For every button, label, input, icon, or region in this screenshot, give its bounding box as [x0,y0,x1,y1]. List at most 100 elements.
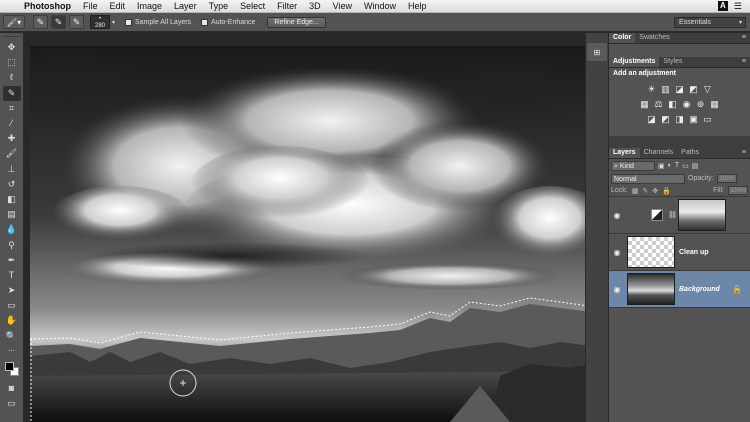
brightness-contrast-icon[interactable]: ☀ [647,84,657,94]
brush-tool-icon[interactable]: 🖌 [3,146,21,161]
curves-icon[interactable]: ◪ [675,84,685,94]
dodge-tool-icon[interactable]: ⚲ [3,237,21,252]
lock-transparent-icon[interactable]: ▦ [632,187,639,195]
menu-filter[interactable]: Filter [271,1,303,11]
lock-position-icon[interactable]: ✥ [652,187,658,195]
adobe-icon[interactable]: A [717,1,728,11]
lasso-tool-icon[interactable]: ℓ [3,70,21,85]
hand-tool-icon[interactable]: ✋ [3,313,21,328]
channel-mixer-icon[interactable]: ⊛ [696,99,706,109]
quick-mask-icon[interactable]: ◙ [3,381,21,396]
path-selection-tool-icon[interactable]: ➤ [3,283,21,298]
subtract-selection-brush-button[interactable]: ✎ [69,15,84,29]
color-balance-icon[interactable]: ⚖ [654,99,664,109]
tab-styles[interactable]: Styles [659,57,686,67]
eye-icon[interactable]: ◉ [609,285,625,294]
layer-thumbnail[interactable] [627,236,675,268]
chevron-down-icon[interactable]: ▾ [112,19,115,26]
threshold-icon[interactable]: ◨ [675,114,685,124]
quick-selection-tool-icon[interactable]: ✎ [2,85,21,101]
menu-view[interactable]: View [327,1,358,11]
landscape-photo[interactable] [30,46,585,422]
gradient-tool-icon[interactable]: ▤ [3,207,21,222]
tab-layers[interactable]: Layers [609,148,640,158]
menu-window[interactable]: Window [358,1,402,11]
checkbox-box[interactable] [125,18,133,26]
zoom-tool-icon[interactable]: 🔍 [3,329,21,344]
edit-toolbar-icon[interactable]: ⋯ [3,344,21,359]
clone-stamp-tool-icon[interactable]: ⊥ [3,162,21,177]
color-lookup-icon[interactable]: ▦ [710,99,720,109]
layer-row-clean-up[interactable]: ◉ Clean up [609,234,750,271]
pixel-filter-icon[interactable]: ▣ [658,162,665,170]
menu-image[interactable]: Image [131,1,168,11]
invert-icon[interactable]: ◪ [647,114,657,124]
type-tool-icon[interactable]: T [3,268,21,283]
healing-brush-tool-icon[interactable]: ✚ [3,131,21,146]
menu-3d[interactable]: 3D [303,1,327,11]
brush-size-picker[interactable]: • 280 [90,15,110,29]
fill-input[interactable]: 100% [728,186,748,195]
tool-preset-picker[interactable]: 🖌▾ [3,15,25,29]
foreground-color-swatch[interactable] [4,361,14,371]
levels-icon[interactable]: ▥ [661,84,671,94]
photo-filter-icon[interactable]: ◉ [682,99,692,109]
screen-mode-icon[interactable]: ▭ [3,396,21,411]
eye-icon[interactable]: ◉ [609,248,625,257]
layer-row-adjustment[interactable]: ◉ ⛓ [609,197,750,234]
type-filter-icon[interactable]: T [675,162,679,169]
panel-grip[interactable] [1,33,22,37]
add-selection-brush-button[interactable]: ✎ [51,15,66,29]
marquee-tool-icon[interactable]: ⬚ [3,55,21,70]
menu-list-icon[interactable]: ☰ [734,1,742,12]
workspace-switcher[interactable]: Essentials ▾ [674,16,746,28]
menu-app-name[interactable]: Photoshop [22,1,77,11]
menu-help[interactable]: Help [402,1,433,11]
refine-edge-button[interactable]: Refine Edge... [267,16,326,28]
document-canvas-area[interactable] [25,33,585,422]
panel-menu-icon[interactable]: ≡ [742,148,750,158]
new-selection-brush-button[interactable]: ✎ [33,15,48,29]
menu-edit[interactable]: Edit [104,1,132,11]
move-tool-icon[interactable]: ✥ [3,40,21,55]
shape-tool-icon[interactable]: ▭ [3,298,21,313]
layer-row-background[interactable]: ◉ Background 🔒 [609,271,750,308]
hue-saturation-icon[interactable]: ▦ [640,99,650,109]
panel-menu-icon[interactable]: ≡ [742,57,750,67]
crop-tool-icon[interactable]: ⌗ [3,101,21,116]
pen-tool-icon[interactable]: ✒ [3,253,21,268]
menu-type[interactable]: Type [203,1,235,11]
tab-adjustments[interactable]: Adjustments [609,57,660,67]
lock-pixels-icon[interactable]: ✎ [642,187,648,195]
tab-swatches[interactable]: Swatches [635,33,673,43]
smart-object-filter-icon[interactable]: ▤ [692,162,699,170]
blur-tool-icon[interactable]: 💧 [3,222,21,237]
history-panel-icon[interactable]: ⊞ [587,43,607,61]
tab-color[interactable]: Color [609,33,636,43]
black-white-icon[interactable]: ◧ [668,99,678,109]
sample-all-layers-checkbox[interactable]: Sample All Layers [125,18,191,26]
tab-channels[interactable]: Channels [640,148,678,158]
eye-icon[interactable]: ◉ [609,211,625,220]
layer-mask-thumbnail[interactable] [678,199,726,231]
history-brush-tool-icon[interactable]: ↺ [3,177,21,192]
posterize-icon[interactable]: ◩ [661,114,671,124]
menu-layer[interactable]: Layer [168,1,203,11]
gradient-map-icon[interactable]: ▭ [703,114,713,124]
eraser-tool-icon[interactable]: ◧ [3,192,21,207]
vibrance-icon[interactable]: ▽ [703,84,713,94]
chain-link-icon[interactable]: ⛓ [668,211,677,219]
selective-color-icon[interactable]: ▣ [689,114,699,124]
layer-kind-filter[interactable]: ⌕ Kind [611,160,655,171]
eyedropper-tool-icon[interactable]: ⁄ [3,116,21,131]
blend-mode-select[interactable]: Normal [611,173,685,184]
opacity-input[interactable]: 100% [716,174,737,183]
layer-thumbnail[interactable] [627,273,675,305]
shape-filter-icon[interactable]: ▭ [682,162,689,170]
tab-paths[interactable]: Paths [677,148,703,158]
panel-menu-icon[interactable]: ≡ [742,33,750,43]
lock-all-icon[interactable]: 🔒 [662,187,671,195]
auto-enhance-checkbox[interactable]: Auto-Enhance [201,18,255,26]
checkbox-box[interactable] [201,18,209,26]
menu-file[interactable]: File [77,1,104,11]
